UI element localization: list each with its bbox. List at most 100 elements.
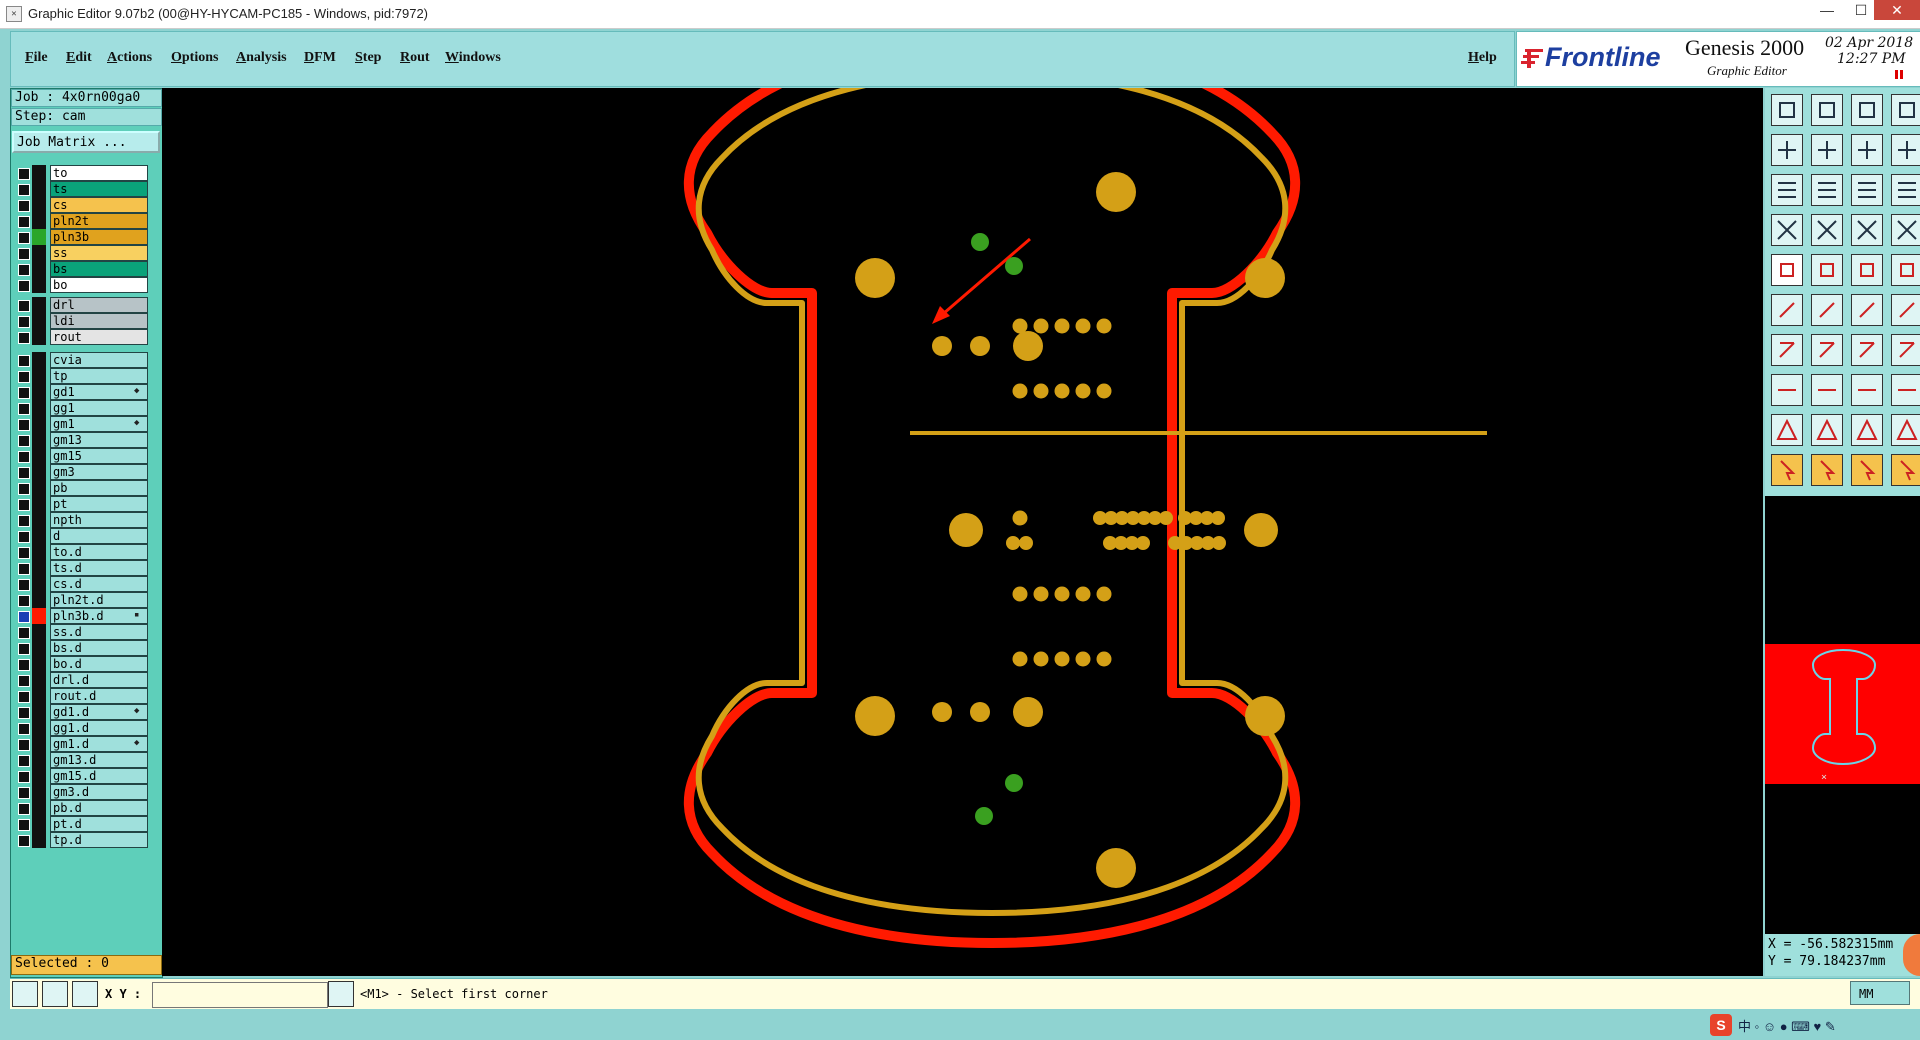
layer-checkbox[interactable] [18,611,30,623]
layer-row-tp[interactable]: tp [14,368,148,384]
layer-name[interactable]: gm15.d [50,768,148,784]
layer-name[interactable]: bs.d [50,640,148,656]
layer-name[interactable]: gm15 [50,448,148,464]
layer-name[interactable]: gm13 [50,432,148,448]
layer-name[interactable]: to.d [50,544,148,560]
layer-row-tp.d[interactable]: tp.d [14,832,148,848]
layer-affected-marker[interactable] [32,512,46,528]
menu-help[interactable]: Help [1468,50,1497,66]
layer-checkbox[interactable] [18,248,30,260]
layer-affected-marker[interactable] [32,784,46,800]
move-up-icon[interactable] [1771,94,1803,126]
move-out-icon[interactable] [1811,134,1843,166]
layer-row-gd1[interactable]: gd1 ◆ [14,384,148,400]
layer-affected-marker[interactable] [32,800,46,816]
layer-checkbox[interactable] [18,168,30,180]
layer-name[interactable]: tp [50,368,148,384]
layer-checkbox[interactable] [18,643,30,655]
home-icon[interactable] [1851,94,1883,126]
layer-checkbox[interactable] [18,563,30,575]
layer-row-pln3b[interactable]: pln3b [14,229,148,245]
layer-affected-marker[interactable] [32,368,46,384]
zoom-icon[interactable] [1811,174,1843,206]
layer-name[interactable]: bo [50,277,148,293]
layer-name[interactable]: cs.d [50,576,148,592]
layer-row-bo[interactable]: bo [14,277,148,293]
layer-row-to.d[interactable]: to.d [14,544,148,560]
layer-affected-marker[interactable] [32,768,46,784]
layer-affected-marker[interactable] [32,576,46,592]
layer-checkbox[interactable] [18,803,30,815]
pointer4-icon[interactable] [1891,454,1920,486]
layer-affected-marker[interactable] [32,752,46,768]
layer-checkbox[interactable] [18,371,30,383]
layer-row-gm13[interactable]: gm13 [14,432,148,448]
layer-affected-marker[interactable] [32,277,46,293]
layer-checkbox[interactable] [18,467,30,479]
layer-affected-marker[interactable] [32,165,46,181]
layer-checkbox[interactable] [18,691,30,703]
layer-name[interactable]: pt [50,496,148,512]
connect-icon[interactable] [1771,294,1803,326]
layer-affected-marker[interactable] [32,432,46,448]
layer-affected-marker[interactable] [32,672,46,688]
layer-checkbox[interactable] [18,403,30,415]
pointer-icon[interactable] [1771,454,1803,486]
layer-checkbox[interactable] [18,300,30,312]
xy-input[interactable] [152,982,328,1008]
layer-row-pt.d[interactable]: pt.d [14,816,148,832]
units-selector[interactable]: MM [1850,981,1910,1005]
menu-analysis[interactable]: Analysis [236,50,287,66]
maximize-button[interactable]: ☐ [1844,0,1878,20]
select-pad-icon[interactable] [1771,374,1803,406]
layer-affected-marker[interactable] [32,528,46,544]
layer-name[interactable]: cvia [50,352,148,368]
layer-name[interactable]: gg1 [50,400,148,416]
layer-affected-marker[interactable] [32,384,46,400]
layer-affected-marker[interactable] [32,464,46,480]
layer-row-rout.d[interactable]: rout.d [14,688,148,704]
layer-checkbox[interactable] [18,787,30,799]
point-icon[interactable] [1851,294,1883,326]
layer-row-drl.d[interactable]: drl.d [14,672,148,688]
duplicate-icon[interactable] [1891,374,1920,406]
layer-row-cs[interactable]: cs [14,197,148,213]
zoom-box-icon[interactable] [12,981,38,1007]
layer-icon[interactable] [1891,94,1920,126]
layer-affected-marker[interactable] [32,816,46,832]
graphic-canvas[interactable] [162,38,1763,976]
layer-row-d[interactable]: d [14,528,148,544]
layer-affected-marker[interactable] [32,656,46,672]
layer-checkbox[interactable] [18,232,30,244]
layer-checkbox[interactable] [18,531,30,543]
layer-affected-marker[interactable] [32,688,46,704]
layer-checkbox[interactable] [18,739,30,751]
layer-affected-marker[interactable] [32,329,46,345]
layer-row-pb[interactable]: pb [14,480,148,496]
layer-checkbox[interactable] [18,627,30,639]
layer-affected-marker[interactable] [32,640,46,656]
layer-name[interactable]: gm3 [50,464,148,480]
layer-name[interactable]: ss.d [50,624,148,640]
minus-icon[interactable] [1811,374,1843,406]
layer-affected-marker[interactable] [32,832,46,848]
layer-checkbox[interactable] [18,675,30,687]
menu-file[interactable]: File [25,50,48,66]
layer-checkbox[interactable] [18,451,30,463]
layer-affected-marker[interactable] [32,313,46,329]
layer-row-cvia[interactable]: cvia [14,352,148,368]
layer-row-gm13.d[interactable]: gm13.d [14,752,148,768]
menu-edit[interactable]: Edit [66,50,92,66]
layer-row-pln3b.d[interactable]: pln3b.d ▪ [14,608,148,624]
layer-checkbox[interactable] [18,200,30,212]
layer-name[interactable]: pb.d [50,800,148,816]
triangle-icon[interactable] [1771,414,1803,446]
layer-checkbox[interactable] [18,280,30,292]
layer-affected-marker[interactable] [32,352,46,368]
layer-name[interactable]: pt.d [50,816,148,832]
layer-name[interactable]: d [50,528,148,544]
layer-affected-marker[interactable] [32,592,46,608]
move-in-icon[interactable] [1771,134,1803,166]
polygon-icon[interactable] [1811,254,1843,286]
triangle4-icon[interactable] [1891,414,1920,446]
